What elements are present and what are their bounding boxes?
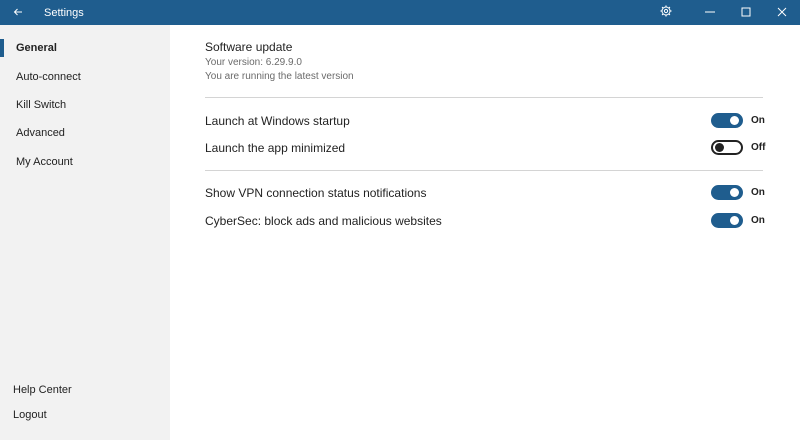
sidebar-item-label: My Account <box>16 156 73 168</box>
sidebar-item-label: Advanced <box>16 127 65 139</box>
gear-icon <box>660 4 672 22</box>
sidebar-item-kill-switch[interactable]: Kill Switch <box>0 93 170 117</box>
logout-link[interactable]: Logout <box>0 403 170 427</box>
maximize-button[interactable] <box>728 0 764 25</box>
general-settings-panel: Software update Your version: 6.29.9.0 Y… <box>205 25 765 440</box>
minimize-button[interactable] <box>692 0 728 25</box>
setting-cybersec: CyberSec: block ads and malicious websit… <box>205 211 765 231</box>
toggle-state-label: Off <box>751 142 766 153</box>
toggle-knob <box>715 143 724 152</box>
settings-button[interactable] <box>652 0 680 25</box>
software-update-title: Software update <box>205 40 293 54</box>
toggle-state-label: On <box>751 187 765 198</box>
toggle-knob <box>730 116 739 125</box>
help-center-label: Help Center <box>13 384 72 396</box>
launch-at-startup-toggle[interactable] <box>711 113 743 128</box>
toggle-knob <box>730 188 739 197</box>
setting-label: Launch at Windows startup <box>205 114 350 128</box>
minimize-icon <box>705 4 715 22</box>
sidebar-item-label: General <box>16 42 57 54</box>
sidebar: General Auto-connect Kill Switch Advance… <box>0 25 170 440</box>
sidebar-item-my-account[interactable]: My Account <box>0 150 170 174</box>
active-indicator <box>0 39 4 57</box>
setting-launch-at-startup: Launch at Windows startup On <box>205 111 765 131</box>
toggle-knob <box>730 216 739 225</box>
title-bar: Settings <box>0 0 800 25</box>
toggle-state-label: On <box>751 215 765 226</box>
software-version: Your version: 6.29.9.0 <box>205 57 302 68</box>
sidebar-item-general[interactable]: General <box>0 36 170 60</box>
update-status: You are running the latest version <box>205 71 354 82</box>
setting-label: Launch the app minimized <box>205 141 346 155</box>
help-center-link[interactable]: Help Center <box>0 378 170 402</box>
cybersec-toggle[interactable] <box>711 213 743 228</box>
setting-status-notifications: Show VPN connection status notifications… <box>205 183 765 203</box>
sidebar-item-auto-connect[interactable]: Auto-connect <box>0 65 170 89</box>
launch-minimized-toggle[interactable] <box>711 140 743 155</box>
maximize-icon <box>741 4 751 22</box>
divider <box>205 170 763 171</box>
logout-label: Logout <box>13 409 47 421</box>
arrow-left-icon <box>13 4 23 22</box>
setting-label: Show VPN connection status notifications <box>205 186 427 200</box>
sidebar-item-advanced[interactable]: Advanced <box>0 121 170 145</box>
close-icon <box>777 4 787 22</box>
window-title: Settings <box>44 6 84 19</box>
setting-label: CyberSec: block ads and malicious websit… <box>205 214 442 228</box>
close-button[interactable] <box>764 0 800 25</box>
setting-launch-minimized: Launch the app minimized Off <box>205 138 765 158</box>
divider <box>205 97 763 98</box>
status-notifications-toggle[interactable] <box>711 185 743 200</box>
sidebar-item-label: Kill Switch <box>16 99 67 111</box>
back-button[interactable] <box>0 0 36 25</box>
sidebar-item-label: Auto-connect <box>16 71 81 83</box>
toggle-state-label: On <box>751 115 765 126</box>
